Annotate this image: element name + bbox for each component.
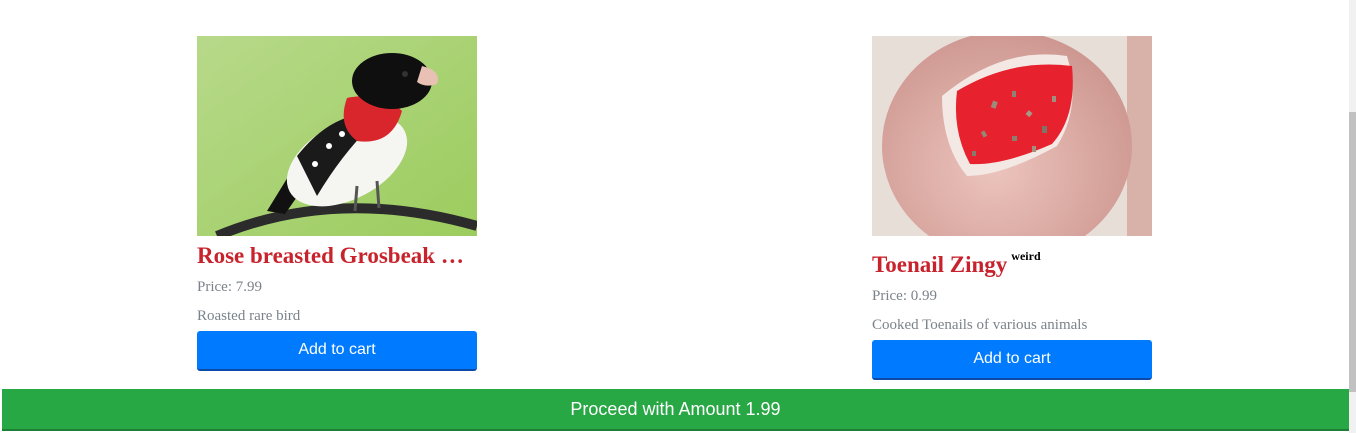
product-price: Price: 7.99 <box>197 279 262 295</box>
product-tag: weird <box>1011 249 1041 263</box>
product-description: Cooked Toenails of various animals <box>872 317 1088 333</box>
proceed-checkout-button[interactable]: Proceed with Amount 1.99 <box>2 389 1349 431</box>
product-price: Price: 0.99 <box>872 288 937 304</box>
product-title[interactable]: Toenail Zingy weird <box>872 242 1152 279</box>
add-to-cart-button[interactable]: Add to cart <box>872 340 1152 380</box>
product-title[interactable]: Rose breasted Grosbeak Roasted <box>197 242 477 270</box>
product-card-toenail: Toenail Zingy weird Price: 0.99 Cooked To… <box>872 36 1152 380</box>
add-to-cart-button[interactable]: Add to cart <box>197 331 477 371</box>
product-title-text[interactable]: Toenail Zingy <box>872 252 1007 277</box>
product-image-grosbeak <box>197 36 477 236</box>
product-image-toenail <box>872 36 1152 236</box>
product-card-grosbeak: Rose breasted Grosbeak Roasted Price: 7.… <box>197 36 477 371</box>
scrollbar-thumb[interactable] <box>1349 112 1356 392</box>
product-description: Roasted rare bird <box>197 308 301 324</box>
